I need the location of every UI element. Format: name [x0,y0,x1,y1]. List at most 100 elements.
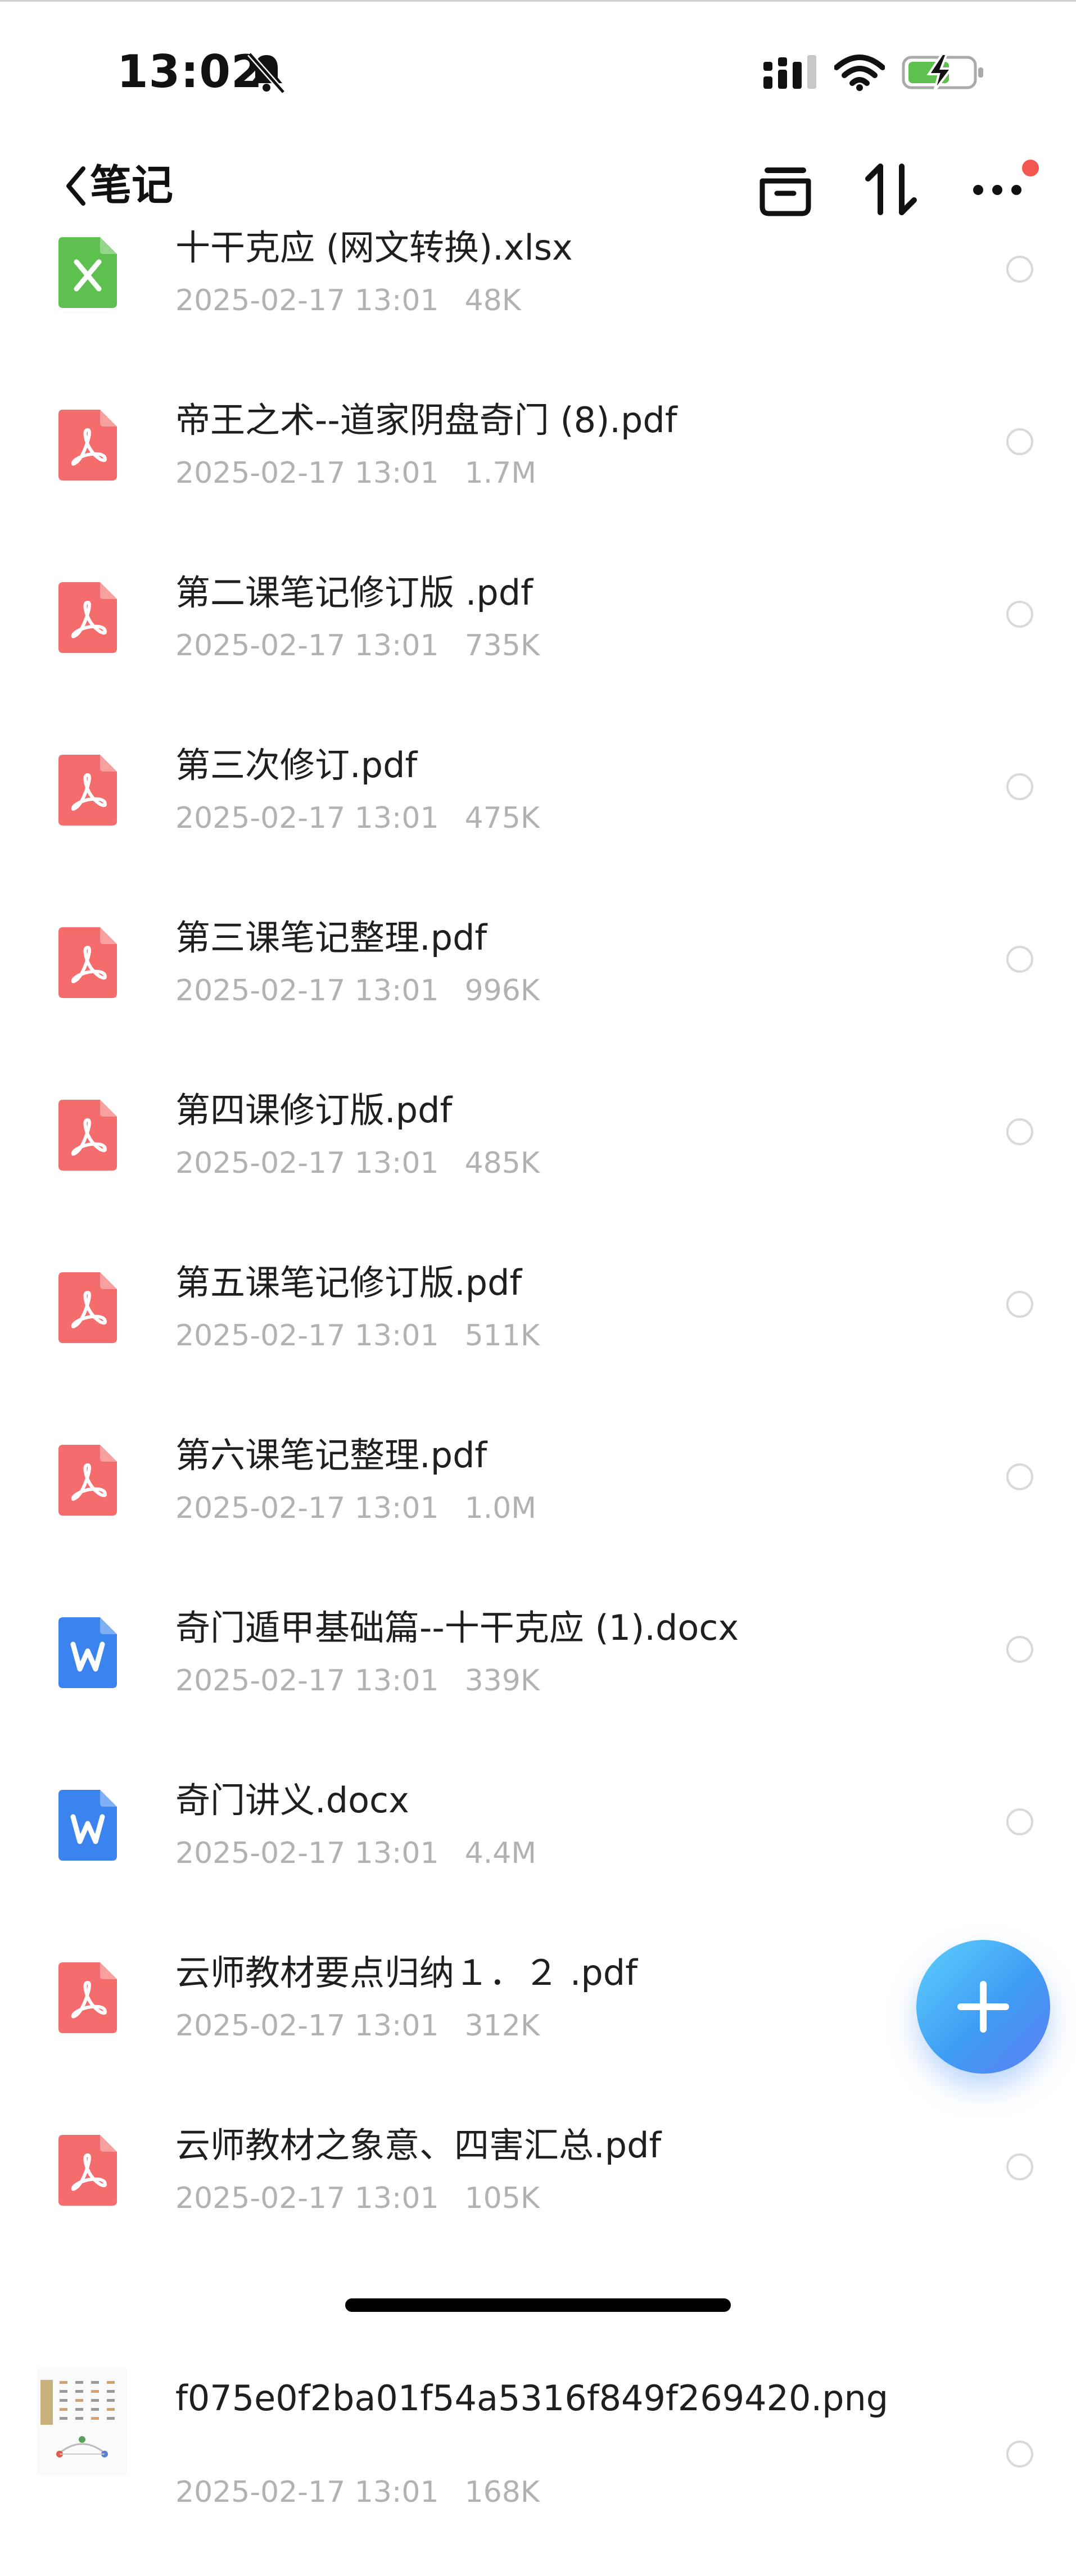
file-meta: 2025-02-17 13:01 1.0M [175,1490,536,1526]
status-time: 13:02 [117,46,263,98]
archive-box-icon[interactable] [754,162,816,218]
file-size: 48K [464,284,521,318]
file-meta: 2025-02-17 13:01 735K [175,628,540,664]
add-button[interactable] [916,1940,1050,2074]
cellular-signal-icon [763,55,816,89]
file-size: 1.0M [464,1491,537,1525]
select-radio[interactable] [1006,1808,1033,1835]
file-size: 4.4M [464,1836,537,1870]
battery-charging-icon [902,53,983,92]
file-meta: 2025-02-17 13:01 312K [175,2008,540,2044]
file-row[interactable]: 第四课修订版.pdf 2025-02-17 13:01 485K [0,1085,1076,1257]
file-size: 105K [464,2182,540,2215]
file-date: 2025-02-17 13:01 [175,629,439,663]
file-meta: 2025-02-17 13:01 48K [175,283,521,319]
file-date: 2025-02-17 13:01 [175,1836,439,1870]
image-thumbnail [37,2369,127,2475]
pdf-file-icon [58,582,117,653]
file-meta: 2025-02-17 13:01 996K [175,973,540,1009]
file-name: 奇门讲义.docx [175,1780,409,1821]
file-row[interactable]: 第三课笔记整理.pdf 2025-02-17 13:01 996K [0,912,1076,1085]
file-size: 339K [464,1664,540,1698]
file-date: 2025-02-17 13:01 [175,1146,439,1180]
file-name: 云师教材之象意、四害汇总.pdf [175,2125,662,2166]
pdf-file-icon [58,755,117,826]
file-date: 2025-02-17 13:01 [175,974,439,1008]
select-radio[interactable] [1006,773,1033,800]
pdf-file-icon [58,1100,117,1171]
file-meta: 2025-02-17 13:01 511K [175,1318,540,1354]
file-date: 2025-02-17 13:01 [175,1664,439,1698]
file-size: 996K [464,974,540,1008]
file-name: 第六课笔记整理.pdf [175,1435,487,1476]
file-name: 第三次修订.pdf [175,745,418,786]
top-border [0,0,1076,2]
file-date: 2025-02-17 13:01 [175,1491,439,1525]
excel-file-icon [58,237,117,308]
pdf-file-icon [58,1445,117,1516]
plus-icon [957,1981,1009,2033]
file-size: 511K [464,1319,540,1353]
select-radio[interactable] [1006,2153,1033,2180]
file-row[interactable]: 第五课笔记修订版.pdf 2025-02-17 13:01 511K [0,1257,1076,1430]
file-name: 第四课修订版.pdf [175,1090,453,1131]
file-name: 奇门遁甲基础篇--十干克应 (1).docx [175,1607,739,1648]
file-name: 第二课笔记修订版 .pdf [175,572,533,613]
file-meta: 2025-02-17 13:01 1.7M [175,455,536,491]
file-row[interactable]: 第二课笔记修订版 .pdf 2025-02-17 13:01 735K [0,567,1076,740]
file-name: 云师教材要点归纳１．２ .pdf [175,1952,638,1993]
file-size: 475K [464,801,540,835]
more-options-icon[interactable] [969,163,1025,214]
file-row[interactable]: 云师教材之象意、四害汇总.pdf 2025-02-17 13:01 105K [0,2120,1076,2292]
file-date: 2025-02-17 13:01 [175,2182,439,2215]
file-row[interactable]: 奇门讲义.docx 2025-02-17 13:01 4.4M [0,1775,1076,1947]
file-size: 312K [464,2009,540,2043]
file-row[interactable]: 奇门遁甲基础篇--十干克应 (1).docx 2025-02-17 13:01 33… [0,1602,1076,1775]
file-meta: 2025-02-17 13:01 4.4M [175,1835,536,1871]
file-size: 735K [464,629,540,663]
select-radio[interactable] [1006,2441,1033,2468]
notification-dot [1022,160,1039,176]
file-date: 2025-02-17 13:01 [175,284,439,318]
word-file-icon [58,1617,117,1688]
file-row[interactable]: 十干克应 (网文转换).xlsx 2025-02-17 13:01 48K [0,222,1076,394]
select-radio[interactable] [1006,256,1033,283]
file-meta: 2025-02-17 13:01 485K [175,1145,540,1181]
select-radio[interactable] [1006,428,1033,455]
pdf-file-icon [58,410,117,480]
file-date: 2025-02-17 13:01 [175,1319,439,1353]
select-radio[interactable] [1006,1118,1033,1145]
file-date: 2025-02-17 13:01 [175,2475,439,2509]
file-date: 2025-02-17 13:01 [175,801,439,835]
pdf-file-icon [58,1962,117,2033]
file-name: 十干克应 (网文转换).xlsx [175,227,573,268]
wifi-icon [834,55,885,91]
sort-arrows-icon[interactable] [860,158,922,220]
file-row[interactable]: f075e0f2ba01f54a5316f849f269420.png 2025-… [0,2369,1076,2547]
select-radio[interactable] [1006,1463,1033,1490]
file-size: 168K [464,2475,540,2509]
select-radio[interactable] [1006,601,1033,628]
pdf-file-icon [58,1272,117,1343]
file-name: f075e0f2ba01f54a5316f849f269420.png [175,2378,889,2419]
file-row[interactable]: 第三次修订.pdf 2025-02-17 13:01 475K [0,740,1076,912]
page-title: 笔记 [90,161,173,210]
select-radio[interactable] [1006,946,1033,973]
file-row[interactable]: 云师教材要点归纳１．２ .pdf 2025-02-17 13:01 312K [0,1947,1076,2120]
file-name: 第五课笔记修订版.pdf [175,1262,522,1303]
home-indicator[interactable] [345,2298,731,2312]
pdf-file-icon [58,927,117,998]
file-name: 帝王之术--道家阴盘奇门 (8).pdf [175,400,677,441]
file-meta: 2025-02-17 13:01 475K [175,800,540,836]
file-size: 485K [464,1146,540,1180]
pdf-file-icon [58,2135,117,2206]
word-file-icon [58,1790,117,1861]
select-radio[interactable] [1006,1291,1033,1318]
file-meta: 2025-02-17 13:01 168K [175,2474,540,2510]
select-radio[interactable] [1006,1636,1033,1663]
file-meta: 2025-02-17 13:01 105K [175,2180,540,2216]
file-row[interactable]: 第六课笔记整理.pdf 2025-02-17 13:01 1.0M [0,1430,1076,1602]
file-row[interactable]: 帝王之术--道家阴盘奇门 (8).pdf 2025-02-17 13:01 1.7M [0,394,1076,567]
file-date: 2025-02-17 13:01 [175,2009,439,2043]
back-chevron-icon[interactable] [63,161,90,211]
